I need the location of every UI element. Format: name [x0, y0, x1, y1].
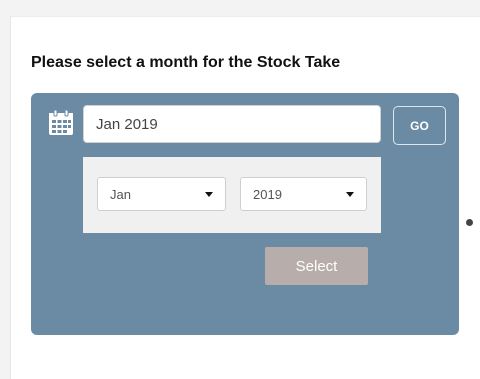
year-select-value: 2019	[253, 187, 282, 202]
month-date-input[interactable]	[83, 105, 381, 143]
caret-down-icon	[205, 192, 213, 197]
calendar-icon[interactable]	[48, 110, 74, 136]
stock-take-card: Please select a month for the Stock Take…	[10, 16, 480, 379]
month-picker-panel: GO Jan 2019 Select	[31, 93, 459, 335]
month-select[interactable]: Jan	[97, 177, 226, 211]
bullet-dot	[466, 219, 473, 226]
caret-down-icon	[346, 192, 354, 197]
month-year-picker: Jan 2019	[83, 157, 381, 233]
go-button[interactable]: GO	[393, 106, 446, 145]
month-select-value: Jan	[110, 187, 131, 202]
year-select[interactable]: 2019	[240, 177, 367, 211]
page-title: Please select a month for the Stock Take	[31, 54, 341, 71]
select-button[interactable]: Select	[265, 247, 368, 285]
